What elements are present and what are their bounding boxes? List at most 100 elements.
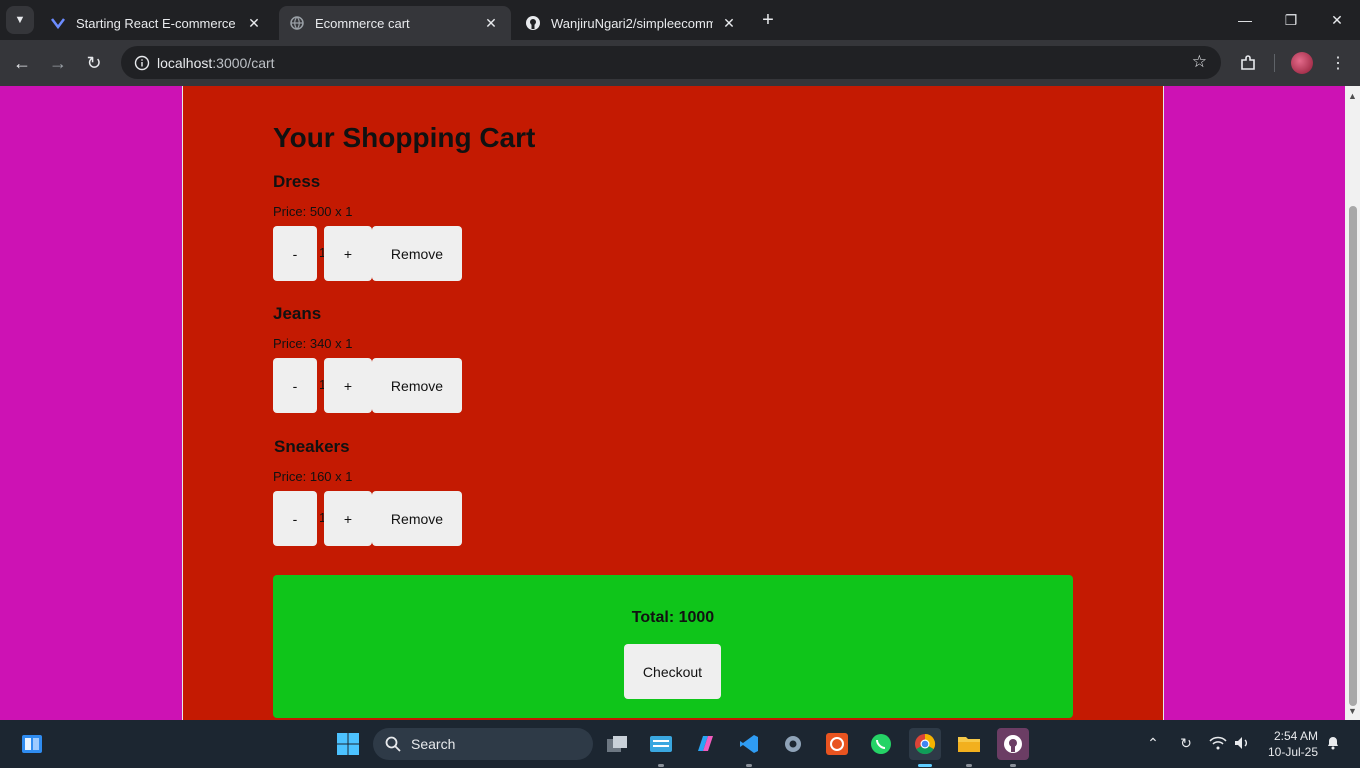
new-tab-button[interactable]: + bbox=[756, 8, 780, 32]
taskbar-search[interactable]: Search bbox=[373, 728, 593, 760]
search-label: Search bbox=[411, 736, 456, 752]
app-active-indicator bbox=[918, 764, 932, 767]
address-bar[interactable]: localhost:3000/cart ☆ bbox=[121, 46, 1221, 79]
item-name: Dress bbox=[273, 172, 321, 191]
app-running-indicator bbox=[966, 764, 972, 767]
arrow-left-icon: ← bbox=[13, 52, 31, 73]
github-icon bbox=[525, 15, 541, 31]
increase-quantity-button[interactable]: + bbox=[324, 491, 372, 546]
tab-search-button[interactable]: ▼ bbox=[6, 6, 34, 34]
profile-avatar[interactable] bbox=[1291, 52, 1313, 74]
tab-github-repo[interactable]: WanjiruNgari2/simpleecommer ✕ bbox=[515, 6, 749, 40]
ubuntu-icon[interactable] bbox=[821, 728, 853, 760]
checkout-button[interactable]: Checkout bbox=[624, 644, 721, 699]
scroll-up-icon[interactable]: ▲ bbox=[1345, 88, 1360, 103]
item-controls: 1 - + Remove bbox=[273, 358, 573, 413]
item-name: Sneakers bbox=[274, 437, 350, 456]
plus-icon: + bbox=[762, 8, 774, 31]
toolbar-divider bbox=[1274, 54, 1275, 72]
tab-strip: ▼ Starting React E-commerce Proj ✕ Ecomm… bbox=[0, 0, 1360, 40]
minimize-button[interactable]: — bbox=[1222, 0, 1268, 40]
notifications-bell-icon[interactable] bbox=[1322, 732, 1344, 754]
copilot-icon[interactable] bbox=[689, 728, 721, 760]
menu-dots-icon[interactable]: ⋮ bbox=[1324, 49, 1352, 77]
remove-item-button[interactable]: Remove bbox=[372, 226, 462, 281]
chrome-icon[interactable] bbox=[909, 728, 941, 760]
taskbar-clock[interactable]: 2:54 AM 10-Jul-25 bbox=[1262, 728, 1318, 760]
cart-summary: Total: 1000 Checkout bbox=[273, 575, 1073, 718]
restore-icon: ❐ bbox=[1284, 11, 1298, 28]
arrow-right-icon: → bbox=[49, 52, 67, 73]
decrease-quantity-button[interactable]: - bbox=[273, 491, 317, 546]
app-running-indicator bbox=[1010, 764, 1016, 767]
item-price: Price: 160 x 1 bbox=[273, 469, 353, 484]
windows-start-icon[interactable] bbox=[332, 728, 364, 760]
remove-item-button[interactable]: Remove bbox=[372, 358, 462, 413]
page-title: Your Shopping Cart bbox=[273, 122, 536, 153]
scroll-thumb[interactable] bbox=[1349, 206, 1357, 706]
app-icon bbox=[50, 15, 66, 31]
close-icon: ✕ bbox=[1331, 11, 1343, 28]
globe-icon bbox=[289, 15, 305, 31]
tab-title: Starting React E-commerce Proj bbox=[76, 15, 238, 31]
scroll-down-icon[interactable]: ▼ bbox=[1345, 703, 1360, 718]
app-running-indicator bbox=[746, 764, 752, 767]
show-hidden-icons-chevron-icon[interactable]: ⌃ bbox=[1142, 732, 1164, 754]
clock-date: 10-Jul-25 bbox=[1267, 745, 1318, 759]
keyboard-app-icon[interactable] bbox=[645, 728, 677, 760]
widgets-icon[interactable] bbox=[16, 728, 48, 760]
remove-item-button[interactable]: Remove bbox=[372, 491, 462, 546]
tab-ecommerce-cart[interactable]: Ecommerce cart ✕ bbox=[279, 6, 511, 40]
close-icon[interactable]: ✕ bbox=[719, 13, 739, 33]
bookmark-star-icon[interactable]: ☆ bbox=[1192, 52, 1207, 72]
close-icon[interactable]: ✕ bbox=[481, 13, 501, 33]
item-controls: 1 - + Remove bbox=[273, 491, 573, 546]
search-icon bbox=[383, 736, 403, 752]
page-viewport: Your Shopping Cart Dress Price: 500 x 1 … bbox=[0, 86, 1345, 720]
site-info-icon[interactable] bbox=[127, 55, 157, 71]
page-scrollbar[interactable]: ▲ ▼ bbox=[1345, 86, 1360, 720]
minimize-icon: — bbox=[1238, 12, 1252, 28]
clock-time: 2:54 AM bbox=[1273, 729, 1318, 743]
increase-quantity-button[interactable]: + bbox=[324, 358, 372, 413]
back-button[interactable]: ← bbox=[8, 49, 36, 77]
cart-item-dress: Dress Price: 500 x 1 1 - + Remove bbox=[273, 172, 573, 281]
tab-react-project[interactable]: Starting React E-commerce Proj ✕ bbox=[40, 6, 274, 40]
chevron-down-icon: ▼ bbox=[14, 14, 26, 26]
taskbar: Search ⌃ ↻ 2:54 AM 10-Jul-25 bbox=[0, 720, 1360, 768]
close-icon[interactable]: ✕ bbox=[244, 13, 264, 33]
task-view-icon[interactable] bbox=[601, 728, 633, 760]
browser-toolbar: ← → ↻ localhost:3000/cart ☆ ⋮ bbox=[0, 40, 1360, 86]
close-window-button[interactable]: ✕ bbox=[1314, 0, 1360, 40]
wifi-icon[interactable] bbox=[1207, 732, 1229, 754]
forward-button[interactable]: → bbox=[44, 49, 72, 77]
github-desktop-icon[interactable] bbox=[997, 728, 1029, 760]
cart-total: Total: 1000 bbox=[631, 609, 715, 626]
tab-title: Ecommerce cart bbox=[315, 15, 410, 31]
url-host: localhost bbox=[157, 54, 213, 71]
sync-icon[interactable]: ↻ bbox=[1175, 732, 1197, 754]
whatsapp-icon[interactable] bbox=[865, 728, 897, 760]
decrease-quantity-button[interactable]: - bbox=[273, 226, 317, 281]
settings-gear-icon[interactable] bbox=[777, 728, 809, 760]
app-running-indicator bbox=[658, 764, 664, 767]
url-text: localhost:3000/cart bbox=[157, 55, 275, 71]
increase-quantity-button[interactable]: + bbox=[324, 226, 372, 281]
vscode-icon[interactable] bbox=[733, 728, 765, 760]
item-name: Jeans bbox=[273, 304, 322, 323]
reload-button[interactable]: ↻ bbox=[80, 49, 108, 77]
cart-container: Your Shopping Cart Dress Price: 500 x 1 … bbox=[182, 86, 1164, 720]
cart-item-sneakers: Sneakers Price: 160 x 1 1 - + Remove bbox=[273, 437, 573, 546]
item-controls: 1 - + Remove bbox=[273, 226, 573, 281]
file-explorer-icon[interactable] bbox=[953, 728, 985, 760]
reload-icon: ↻ bbox=[86, 52, 102, 73]
cart-item-jeans: Jeans Price: 340 x 1 1 - + Remove bbox=[273, 304, 573, 413]
volume-icon[interactable] bbox=[1231, 732, 1253, 754]
item-price: Price: 500 x 1 bbox=[273, 204, 353, 219]
tab-title: WanjiruNgari2/simpleecommer bbox=[551, 15, 713, 31]
restore-button[interactable]: ❐ bbox=[1268, 0, 1314, 40]
decrease-quantity-button[interactable]: - bbox=[273, 358, 317, 413]
item-price: Price: 340 x 1 bbox=[273, 336, 353, 351]
url-path: :3000/cart bbox=[212, 54, 275, 71]
extensions-icon[interactable] bbox=[1234, 49, 1262, 77]
